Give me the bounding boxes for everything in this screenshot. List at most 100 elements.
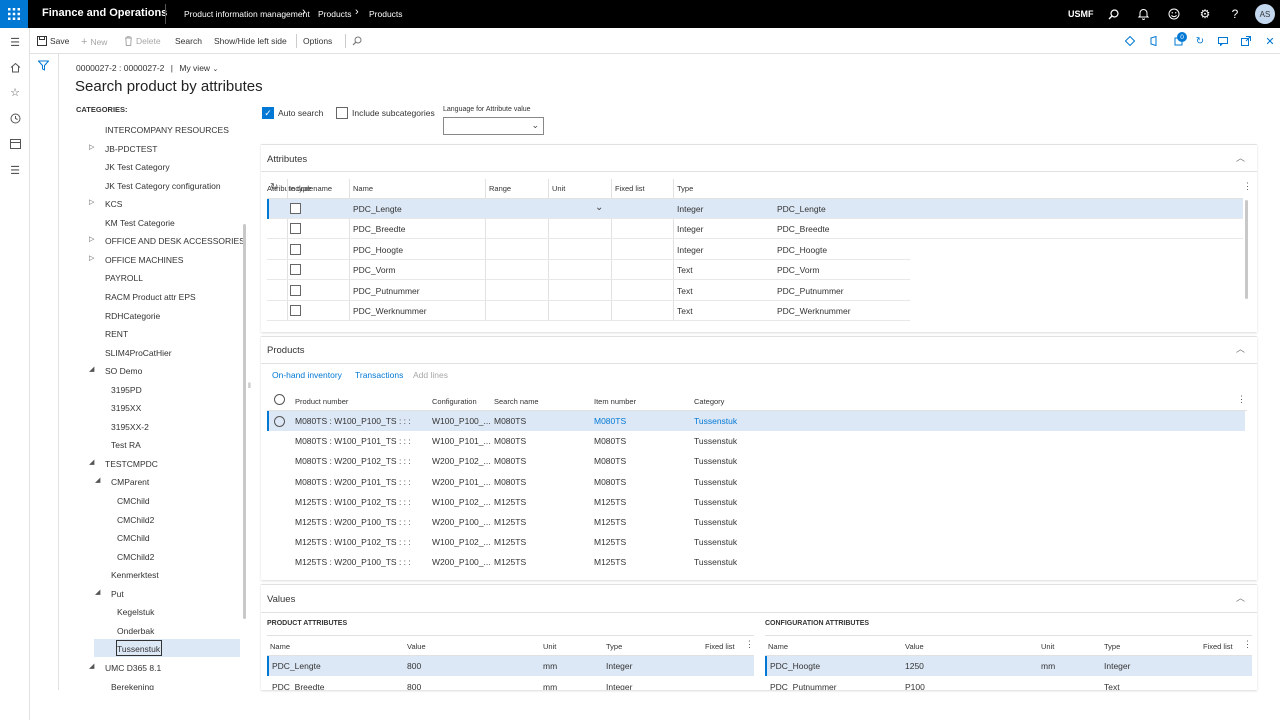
- chevron-down-icon[interactable]: ⌄: [595, 202, 603, 213]
- column-header[interactable]: Fixed list: [705, 642, 735, 651]
- tree-item[interactable]: CMParent: [111, 477, 149, 487]
- column-header[interactable]: Unit: [1041, 642, 1054, 651]
- search-icon[interactable]: [1105, 6, 1121, 22]
- column-header[interactable]: Range: [489, 184, 511, 193]
- tree-item[interactable]: KM Test Categorie: [105, 218, 175, 228]
- column-header[interactable]: Name: [270, 642, 290, 651]
- find-icon[interactable]: [352, 36, 362, 46]
- item-number[interactable]: M080TS: [594, 436, 690, 446]
- chevron-down-icon[interactable]: ⌄: [212, 66, 218, 73]
- column-header[interactable]: Unit: [552, 184, 565, 193]
- include-subcategories-checkbox[interactable]: [336, 107, 348, 119]
- product-number[interactable]: M080TS : W100_P101_TS : : :: [295, 436, 429, 446]
- filter-icon[interactable]: [37, 60, 50, 73]
- breadcrumb-item[interactable]: Product information management: [184, 9, 310, 19]
- category[interactable]: Tussenstuk: [694, 477, 790, 487]
- column-header[interactable]: Value: [905, 642, 924, 651]
- attribute-value[interactable]: P100: [905, 682, 1035, 691]
- hamburger-icon[interactable]: ☰: [7, 34, 23, 50]
- tree-item[interactable]: Tussenstuk: [117, 644, 160, 654]
- star-icon[interactable]: ☆: [7, 84, 23, 100]
- attribute-value[interactable]: 800: [407, 682, 537, 691]
- tree-item[interactable]: OFFICE MACHINES: [105, 255, 183, 265]
- expand-icon[interactable]: ▷: [89, 198, 94, 206]
- products-title[interactable]: Products: [267, 345, 305, 356]
- tree-item[interactable]: JK Test Category: [105, 162, 170, 172]
- tree-item[interactable]: RDHCategorie: [105, 311, 160, 321]
- include-checkbox[interactable]: [290, 223, 301, 235]
- language-select[interactable]: ⌄: [443, 117, 544, 135]
- tree-item[interactable]: Kenmerktest: [111, 570, 159, 580]
- attribute-value[interactable]: 800: [407, 661, 537, 671]
- office-icon[interactable]: [1147, 34, 1161, 48]
- collapse-icon[interactable]: ◢: [95, 588, 100, 596]
- breadcrumb-item[interactable]: Products: [318, 9, 352, 19]
- tree-item[interactable]: OFFICE AND DESK ACCESSORIES: [105, 236, 245, 246]
- column-header[interactable]: Configuration: [432, 397, 477, 406]
- tree-item[interactable]: Put: [111, 589, 124, 599]
- include-checkbox[interactable]: [290, 243, 301, 255]
- avatar[interactable]: AS: [1255, 4, 1275, 24]
- category[interactable]: Tussenstuk: [694, 497, 790, 507]
- message-icon[interactable]: [1216, 34, 1230, 48]
- tree-item[interactable]: Onderbak: [117, 626, 154, 636]
- tree-item[interactable]: SO Demo: [105, 366, 142, 376]
- column-header[interactable]: Type: [606, 642, 622, 651]
- more-icon[interactable]: ⋮: [1243, 639, 1252, 650]
- product-number[interactable]: M080TS : W200_P101_TS : : :: [295, 477, 429, 487]
- more-icon[interactable]: ⋮: [745, 639, 754, 650]
- smiley-icon[interactable]: [1166, 6, 1182, 22]
- tree-item[interactable]: JK Test Category configuration: [105, 181, 221, 191]
- column-header[interactable]: Type: [677, 184, 693, 193]
- category[interactable]: Tussenstuk: [694, 456, 790, 466]
- tree-item[interactable]: 3195XX-2: [111, 422, 149, 432]
- tree-item[interactable]: CMChild2: [117, 515, 154, 525]
- save-button[interactable]: Save: [37, 36, 69, 46]
- workspace-icon[interactable]: [7, 136, 23, 152]
- column-header[interactable]: Fixed list: [1203, 642, 1233, 651]
- include-checkbox[interactable]: [290, 284, 301, 296]
- tree-item[interactable]: CMChild2: [117, 552, 154, 562]
- tree-item[interactable]: Test RA: [111, 440, 141, 450]
- tree-item[interactable]: TESTCMPDC: [105, 459, 158, 469]
- item-number[interactable]: M080TS: [594, 416, 690, 426]
- tree-item[interactable]: CMChild: [117, 533, 150, 543]
- select-all-radio[interactable]: [274, 394, 285, 405]
- column-header[interactable]: Category: [694, 397, 724, 406]
- grid-scrollbar[interactable]: [1245, 200, 1248, 299]
- collapse-icon[interactable]: ◢: [89, 458, 94, 466]
- company-picker[interactable]: USMF: [1068, 9, 1094, 19]
- collapse-icon[interactable]: ︿: [1236, 151, 1245, 164]
- include-checkbox[interactable]: [290, 264, 301, 276]
- close-icon[interactable]: ✕: [1263, 34, 1277, 48]
- values-title[interactable]: Values: [267, 594, 295, 605]
- column-header[interactable]: Name: [353, 184, 373, 193]
- column-header[interactable]: Search name: [494, 397, 539, 406]
- product-number[interactable]: M125TS : W100_P102_TS : : :: [295, 497, 429, 507]
- column-header[interactable]: Name: [768, 642, 788, 651]
- column-header[interactable]: Type: [1104, 642, 1120, 651]
- power-apps-icon[interactable]: [1123, 34, 1137, 48]
- transactions-button[interactable]: Transactions: [355, 370, 403, 380]
- delete-button[interactable]: Delete: [124, 36, 161, 46]
- refresh-icon[interactable]: ↻: [1193, 34, 1207, 48]
- gear-icon[interactable]: ⚙: [1197, 6, 1213, 22]
- home-icon[interactable]: [7, 59, 23, 75]
- attributes-title[interactable]: Attributes: [267, 154, 307, 165]
- column-header[interactable]: Attribute type name: [267, 184, 332, 193]
- options-button[interactable]: Options: [303, 36, 332, 46]
- new-button[interactable]: + New: [81, 36, 107, 48]
- item-number[interactable]: M125TS: [594, 497, 690, 507]
- tree-item[interactable]: CMChild: [117, 496, 150, 506]
- tree-item[interactable]: 3195XX: [111, 403, 141, 413]
- expand-icon[interactable]: ▷: [89, 143, 94, 151]
- tree-item[interactable]: JB-PDCTEST: [105, 144, 157, 154]
- column-header[interactable]: Fixed list: [615, 184, 645, 193]
- show-hide-left-side-button[interactable]: Show/Hide left side: [214, 36, 287, 46]
- category[interactable]: Tussenstuk: [694, 537, 790, 547]
- item-number[interactable]: M125TS: [594, 557, 690, 567]
- auto-search-checkbox[interactable]: ✓: [262, 107, 274, 119]
- bell-icon[interactable]: [1135, 6, 1151, 22]
- tree-item[interactable]: RACM Product attr EPS: [105, 292, 196, 302]
- column-header[interactable]: Product number: [295, 397, 348, 406]
